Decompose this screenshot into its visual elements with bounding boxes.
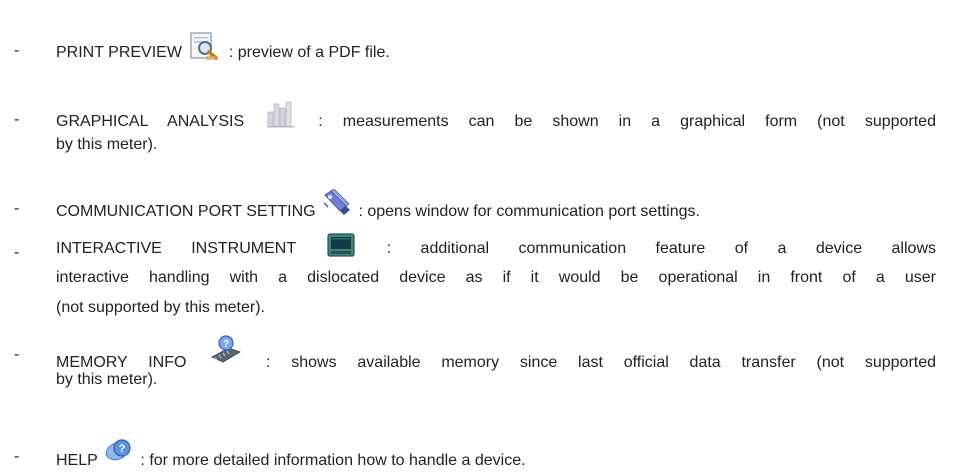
item-title: HELP — [56, 452, 98, 469]
item-description-continued: (not supported by this meter). — [56, 299, 265, 316]
bar-chart-icon — [266, 100, 296, 128]
bullet-dash: - — [14, 200, 20, 217]
item-description-continued: interactive handling with a dislocated d… — [56, 269, 936, 286]
item-description: : measurements can be shown in a graphic… — [318, 113, 936, 130]
item-description: : additional communication feature of a … — [386, 240, 936, 257]
item-title: COMMUNICATION PORT SETTING — [56, 203, 316, 220]
item-title: GRAPHICAL ANALYSIS — [56, 113, 245, 130]
item-description: : for more detailed information how to h… — [140, 452, 526, 469]
bullet-dash: - — [14, 111, 20, 128]
item-description: : opens window for communication port se… — [358, 203, 700, 220]
help-icon: ? — [104, 437, 134, 463]
svg-text:?: ? — [223, 339, 229, 350]
item-description: : preview of a PDF file. — [228, 44, 390, 61]
bullet-dash: - — [14, 244, 20, 261]
monitor-icon — [327, 233, 355, 257]
document-page: - PRINT PREVIEW : preview of a PDF file. — [0, 0, 965, 475]
communication-port-icon — [322, 189, 352, 217]
item-title: INTERACTIVE INSTRUMENT — [56, 240, 296, 257]
item-description: : shows available memory since last offi… — [266, 354, 937, 371]
bullet-dash: - — [14, 448, 20, 465]
print-preview-icon — [188, 31, 222, 61]
item-title: PRINT PREVIEW — [56, 44, 182, 61]
svg-text:?: ? — [119, 443, 126, 455]
item-description-continued: by this meter). — [56, 136, 158, 153]
memory-info-icon: ? — [209, 335, 243, 363]
bullet-dash: - — [14, 42, 20, 59]
bullet-dash: - — [14, 346, 20, 363]
